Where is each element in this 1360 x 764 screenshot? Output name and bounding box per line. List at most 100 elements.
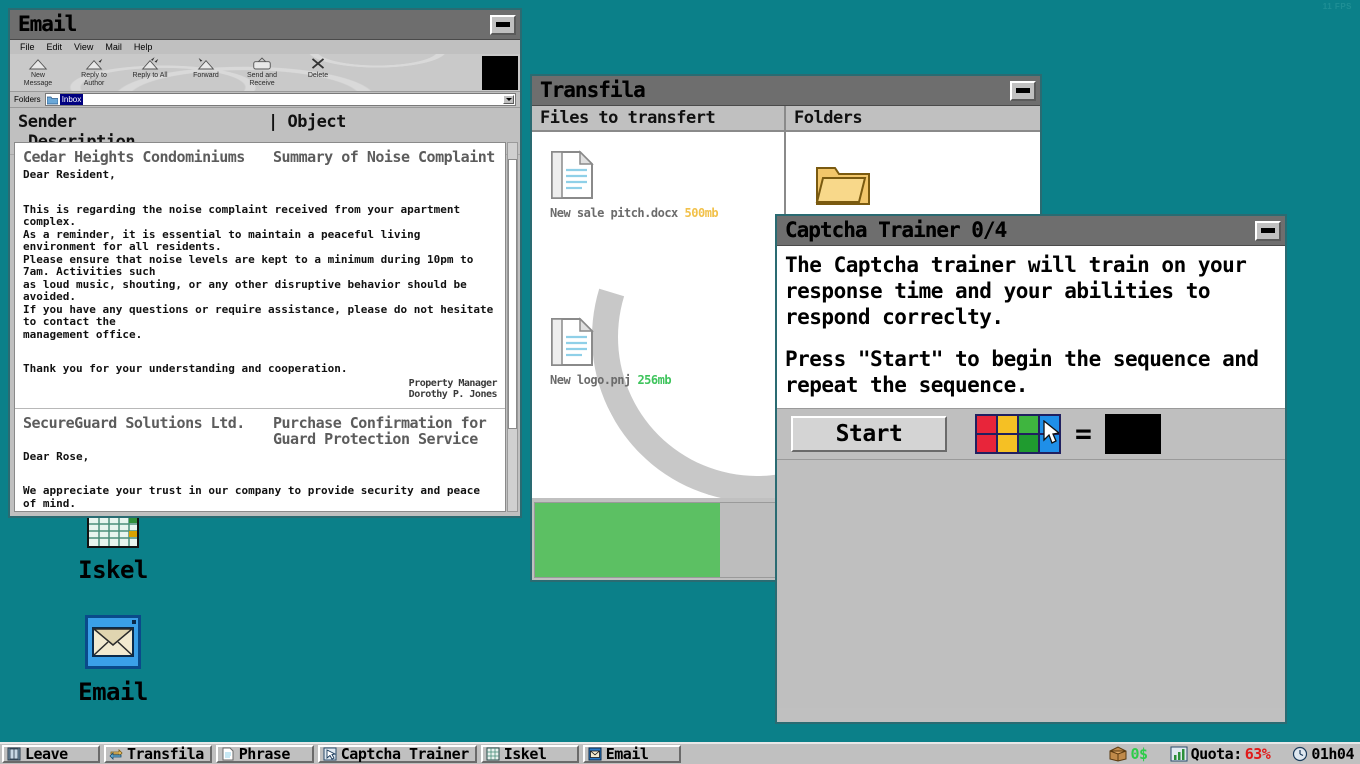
file-size: 256mb [637, 373, 671, 387]
signature-name: Dorothy P. Jones [23, 389, 497, 400]
grid-cell[interactable] [1019, 416, 1038, 433]
email-window[interactable]: Email File Edit View Mail Help NewMessag… [8, 8, 522, 518]
new-message-button[interactable]: NewMessage [10, 54, 66, 92]
menu-file[interactable]: File [20, 42, 35, 52]
forward-button[interactable]: Forward [178, 54, 234, 92]
email-menubar[interactable]: File Edit View Mail Help [10, 40, 520, 54]
menu-mail[interactable]: Mail [105, 42, 122, 52]
chart-icon [1170, 746, 1188, 762]
email-folder-bar[interactable]: Folders Inbox [10, 92, 520, 108]
taskbar-item-phrase[interactable]: Phrase [216, 745, 314, 763]
grid-cell[interactable] [998, 435, 1017, 452]
email-scrollbar[interactable] [507, 142, 518, 512]
tb-label2: Author [84, 80, 105, 87]
grid-cell[interactable] [1019, 435, 1038, 452]
document-icon [221, 747, 235, 761]
captcha-grid-icon[interactable] [975, 414, 1061, 454]
transfila-minimize-button[interactable] [1010, 81, 1036, 101]
start-button[interactable]: Start [791, 416, 947, 452]
time-value: 01h04 [1311, 747, 1354, 762]
grid-cell[interactable] [977, 416, 996, 433]
toolbar-black-panel [482, 56, 518, 90]
fps-counter: 11 FPS [1323, 2, 1352, 11]
captcha-body-area [777, 460, 1285, 708]
reply-author-button[interactable]: Reply toAuthor [66, 54, 122, 92]
file-name: New sale pitch.docx 500mb [550, 206, 718, 220]
email-message-row[interactable]: Cedar Heights Condominiums Summary of No… [15, 143, 505, 409]
files-list[interactable]: New sale pitch.docx 500mb [532, 132, 784, 498]
chevron-down-icon [506, 98, 512, 101]
menu-help[interactable]: Help [134, 42, 153, 52]
transfer-progress-fill [535, 503, 720, 577]
transfila-titlebar[interactable]: Transfila [532, 76, 1040, 106]
grid-cell[interactable] [998, 416, 1017, 433]
start-button-label: Start [836, 421, 903, 447]
body-line: As a reminder, it is essential to mainta… [23, 229, 497, 254]
body-spacer [23, 182, 497, 193]
taskbar-label: Transfila [127, 747, 204, 762]
email-titlebar[interactable]: Email [10, 10, 520, 40]
message-sender: Cedar Heights Condominiums [23, 149, 273, 165]
body-spacer [23, 463, 497, 474]
desktop-icon-email[interactable]: Email [58, 613, 168, 705]
email-window-title: Email [18, 14, 76, 35]
minimize-icon [1261, 228, 1275, 233]
captcha-control-bar: Start = [777, 408, 1285, 460]
captcha-minimize-button[interactable] [1255, 221, 1281, 241]
taskbar-label: Email [606, 747, 649, 762]
menu-view[interactable]: View [74, 42, 93, 52]
document-icon [550, 150, 594, 200]
folder-select[interactable]: Inbox [45, 93, 516, 106]
files-pane-header: Files to transfert [532, 106, 784, 132]
quota-value: 63% [1245, 747, 1271, 762]
file-name-text: New logo.pnj [550, 373, 631, 387]
grid-cell[interactable] [977, 435, 996, 452]
email-message-list[interactable]: Cedar Heights Condominiums Summary of No… [14, 142, 506, 512]
delete-button[interactable]: Delete [290, 54, 346, 92]
message-signature: Property Manager Dorothy P. Jones [23, 378, 497, 400]
file-item[interactable]: New sale pitch.docx 500mb [550, 150, 718, 220]
captcha-icon [323, 747, 337, 761]
reply-all-button[interactable]: Reply to All [122, 54, 178, 92]
document-icon [550, 317, 594, 367]
email-message-row[interactable]: SecureGuard Solutions Ltd. Purchase Conf… [15, 409, 505, 513]
answer-display-box [1105, 414, 1161, 454]
transfer-progress-bar [534, 502, 782, 578]
scrollbar-thumb[interactable] [508, 159, 517, 429]
taskbar-label: Captcha Trainer [341, 747, 469, 762]
sequence-row: = [975, 414, 1161, 454]
file-name: New logo.pnj 256mb [550, 373, 671, 387]
desktop: 11 FPS Iskel Email [0, 0, 1360, 764]
taskbar-item-iskel[interactable]: Iskel [481, 745, 579, 763]
taskbar[interactable]: Leave Transfila Phrase Captcha Trainer [0, 742, 1360, 764]
folder-icon [813, 158, 873, 210]
desktop-icon-label: Email [58, 679, 168, 705]
folder-dropdown-arrow[interactable] [503, 95, 514, 104]
message-subject: Purchase Confirmation for Guard Protecti… [273, 415, 497, 447]
taskbar-item-transfila[interactable]: Transfila [104, 745, 212, 763]
clock-icon [1292, 746, 1308, 762]
minimize-icon [496, 22, 510, 27]
instruction-paragraph-2: Press "Start" to begin the sequence and … [785, 346, 1277, 398]
email-toolbar[interactable]: NewMessage Reply toAuthor Reply to All [10, 54, 520, 92]
taskbar-label: Leave [25, 747, 68, 762]
subject-line-2: Guard Protection Service [273, 430, 478, 448]
captcha-trainer-window[interactable]: Captcha Trainer 0/4 The Captcha trainer … [775, 214, 1287, 724]
captcha-titlebar[interactable]: Captcha Trainer 0/4 [777, 216, 1285, 246]
email-minimize-button[interactable] [490, 15, 516, 35]
folder-small-icon [47, 95, 58, 105]
equals-sign: = [1075, 420, 1091, 448]
file-item[interactable]: New logo.pnj 256mb [550, 317, 671, 387]
menu-edit[interactable]: Edit [47, 42, 63, 52]
send-receive-button[interactable]: Send andReceive [234, 54, 290, 92]
captcha-instructions: The Captcha trainer will train on your r… [777, 246, 1285, 408]
captcha-window-title: Captcha Trainer 0/4 [785, 220, 1006, 241]
taskbar-item-email[interactable]: Email [583, 745, 681, 763]
crate-icon [1108, 746, 1128, 762]
column-sender: Sender [18, 112, 268, 132]
taskbar-item-leave[interactable]: Leave [2, 745, 100, 763]
taskbar-item-captcha-trainer[interactable]: Captcha Trainer [318, 745, 477, 763]
tb-label2: Message [24, 80, 52, 87]
body-line: If you have any questions or require ass… [23, 304, 497, 329]
tray-quota: Quota: 63% [1170, 746, 1271, 762]
